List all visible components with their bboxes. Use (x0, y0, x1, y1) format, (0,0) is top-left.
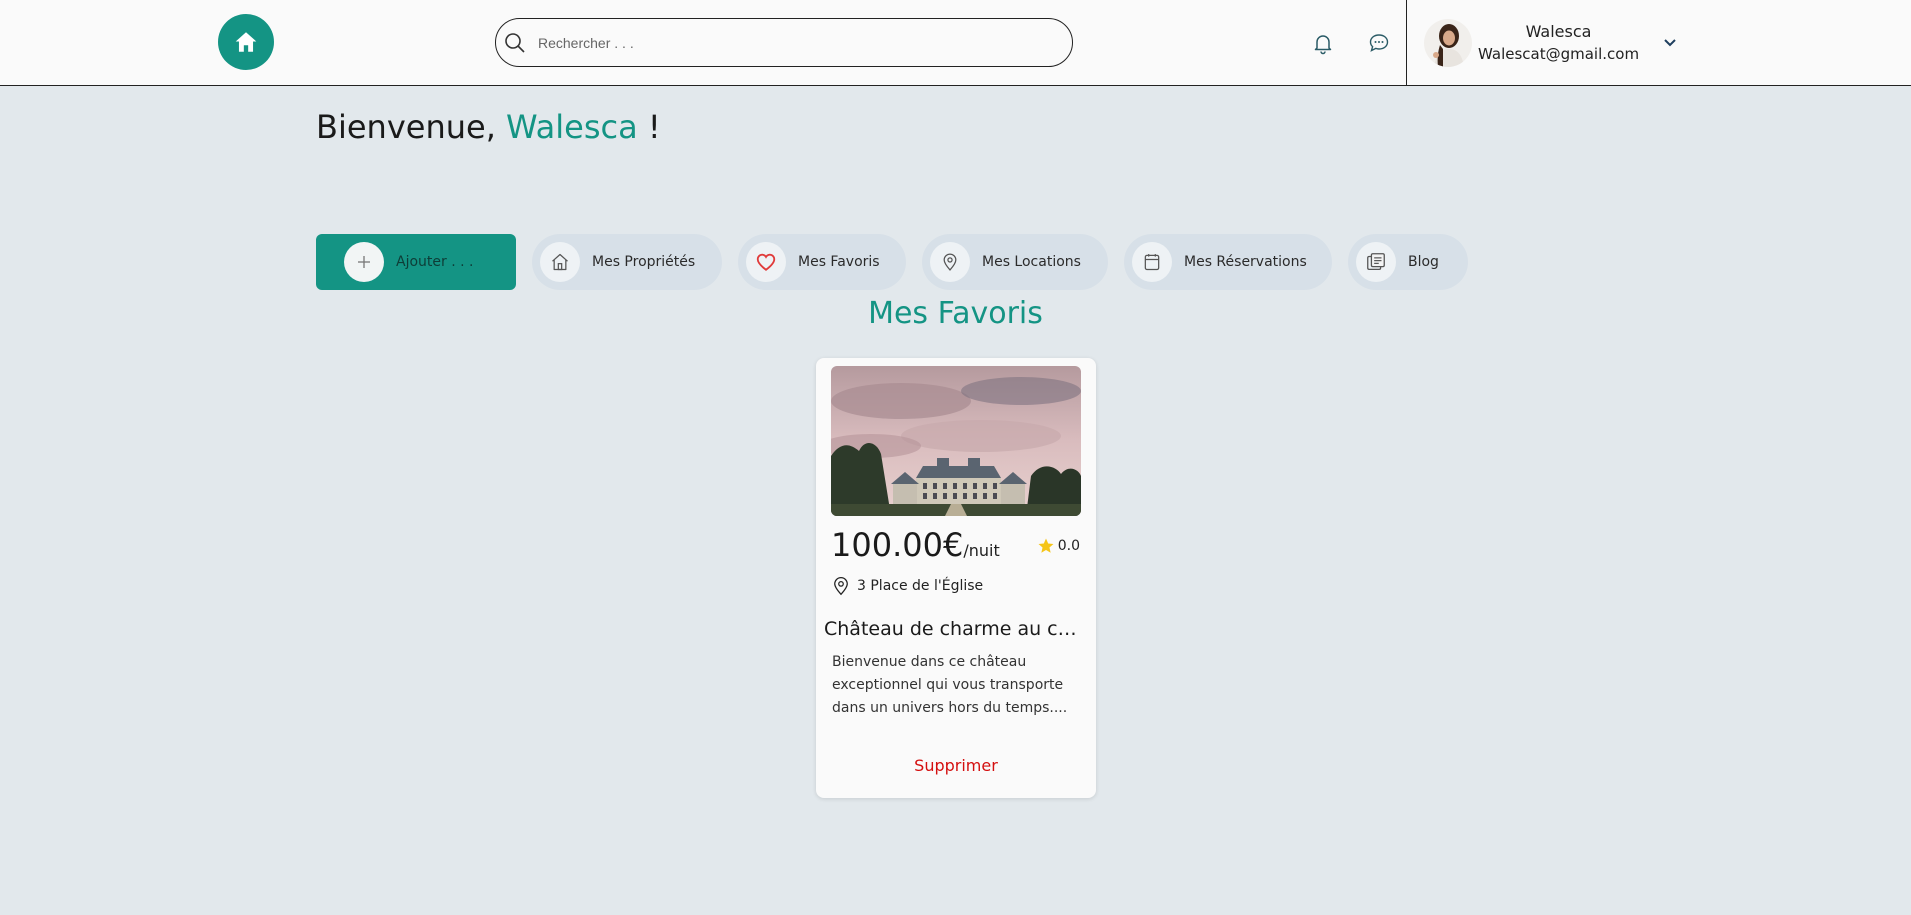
search-icon[interactable] (500, 28, 530, 58)
welcome-prefix: Bienvenue, (316, 108, 507, 146)
price: 100.00€/nuit (831, 526, 1000, 564)
bell-icon (1314, 35, 1332, 55)
top-navbar: Walesca Walescat@gmail.com (0, 0, 1911, 86)
tab-mes-locations[interactable]: Mes Locations (922, 234, 1108, 290)
welcome-heading: Bienvenue, Walesca ! (316, 108, 661, 146)
welcome-user-name: Walesca (506, 108, 638, 146)
add-button-label: Ajouter . . . (396, 254, 474, 270)
tab-mes-proprietes[interactable]: Mes Propriétés (532, 234, 722, 290)
search-bar (495, 18, 1073, 67)
house-icon (540, 242, 580, 282)
location-pin-icon (834, 577, 848, 596)
user-profile-menu[interactable]: Walesca Walescat@gmail.com (1424, 12, 1679, 74)
price-unit: /nuit (963, 541, 1000, 560)
favorite-property-card[interactable]: 100.00€/nuit 0.0 3 Place de l'Église Châ… (816, 358, 1096, 798)
tab-mes-favoris[interactable]: Mes Favoris (738, 234, 906, 290)
user-name: Walesca (1525, 22, 1592, 41)
tab-label: Mes Réservations (1184, 254, 1307, 270)
property-description: Bienvenue dans ce château exceptionnel q… (832, 654, 1068, 716)
search-input[interactable] (538, 34, 1038, 51)
welcome-suffix: ! (637, 108, 661, 146)
tab-label: Mes Locations (982, 254, 1081, 270)
price-amount: 100.00€ (831, 526, 964, 564)
property-title[interactable]: Château de charme au cœur de la campagne (824, 618, 1092, 640)
tab-label: Mes Favoris (798, 254, 880, 270)
property-address: 3 Place de l'Église (831, 575, 983, 597)
tab-label: Mes Propriétés (592, 254, 696, 270)
plus-icon (344, 242, 384, 282)
address-text: 3 Place de l'Église (857, 578, 984, 594)
star-icon (1038, 538, 1054, 553)
add-button[interactable]: Ajouter . . . (316, 234, 516, 290)
rating: 0.0 (1037, 537, 1080, 555)
calendar-icon (1132, 242, 1172, 282)
rating-value: 0.0 (1057, 538, 1080, 554)
tab-mes-reservations[interactable]: Mes Réservations (1124, 234, 1332, 290)
user-email: Walescat@gmail.com (1478, 45, 1640, 63)
avatar (1424, 19, 1472, 67)
tab-blog[interactable]: Blog (1348, 234, 1468, 290)
chevron-down-icon[interactable] (1661, 34, 1679, 52)
property-photo (831, 366, 1081, 516)
home-icon (235, 32, 257, 52)
remove-favorite-button[interactable]: Supprimer (816, 756, 1096, 775)
location-pin-icon (930, 242, 970, 282)
notifications-button[interactable] (1309, 29, 1337, 57)
blog-icon (1356, 242, 1396, 282)
heart-icon (746, 242, 786, 282)
home-button[interactable] (218, 14, 274, 70)
section-title: Mes Favoris (868, 296, 1043, 331)
tab-label: Blog (1408, 254, 1439, 270)
header-divider (1406, 0, 1407, 86)
chat-icon (1369, 34, 1389, 52)
messages-button[interactable] (1365, 29, 1393, 57)
